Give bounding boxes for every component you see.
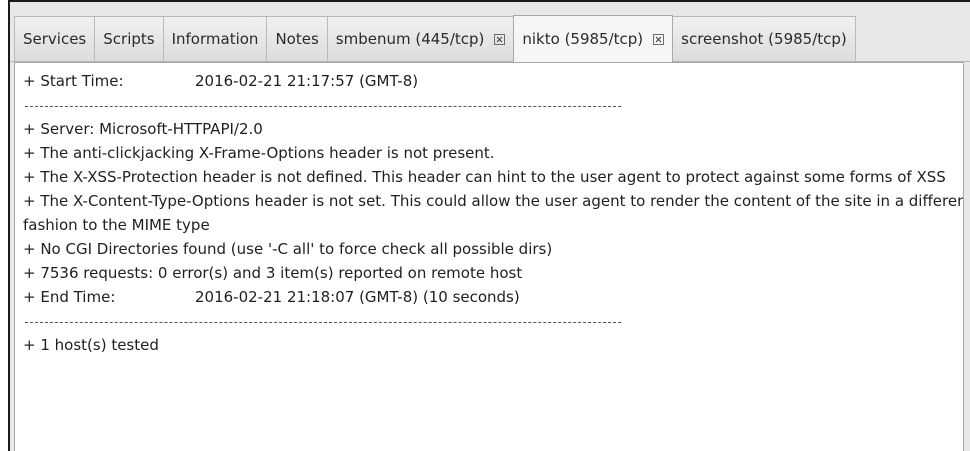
start-time-line: + Start Time: 2016-02-21 21:17:57 (GMT-8) — [23, 69, 963, 93]
close-icon[interactable] — [653, 33, 665, 45]
start-time-value: 2016-02-21 21:17:57 (GMT-8) — [195, 72, 419, 90]
end-time-label: + End Time: — [23, 288, 116, 306]
end-time-value: 2016-02-21 21:18:07 (GMT-8) (10 seconds) — [195, 288, 520, 306]
separator — [23, 93, 963, 117]
tab-label: Information — [171, 30, 259, 48]
separator — [23, 309, 963, 333]
anti-clickjacking-line: + The anti-clickjacking X-Frame-Options … — [23, 144, 495, 162]
tab-screenshot[interactable]: screenshot (5985/tcp) — [672, 16, 856, 61]
tab-label: smbenum (445/tcp) — [335, 30, 485, 48]
content-type-line: + The X-Content-Type-Options header is n… — [23, 192, 964, 234]
close-icon[interactable] — [494, 33, 506, 45]
cgi-line: + No CGI Directories found (use '-C all'… — [23, 240, 553, 258]
end-time-line: + End Time: 2016-02-21 21:18:07 (GMT-8) (… — [23, 285, 963, 309]
server-line: + Server: Microsoft-HTTPAPI/2.0 — [23, 120, 263, 138]
output-panel[interactable]: + Start Time: 2016-02-21 21:17:57 (GMT-8)… — [14, 62, 964, 451]
tab-notes[interactable]: Notes — [266, 16, 328, 61]
tab-scripts[interactable]: Scripts — [94, 16, 164, 61]
xss-protection-line: + The X-XSS-Protection header is not def… — [23, 168, 946, 186]
tab-nikto[interactable]: nikto (5985/tcp) — [513, 15, 674, 62]
tab-label: screenshot (5985/tcp) — [681, 30, 847, 48]
start-time-label: + Start Time: — [23, 72, 124, 90]
tab-bar: Services Scripts Information Notes smben… — [10, 8, 970, 62]
tab-information[interactable]: Information — [162, 16, 268, 61]
nikto-output: + Start Time: 2016-02-21 21:17:57 (GMT-8)… — [23, 69, 963, 357]
tab-services[interactable]: Services — [14, 16, 96, 61]
tab-smbenum[interactable]: smbenum (445/tcp) — [326, 16, 515, 61]
window-frame: Services Scripts Information Notes smben… — [8, 0, 970, 451]
requests-line: + 7536 requests: 0 error(s) and 3 item(s… — [23, 264, 523, 282]
tab-label: Scripts — [103, 30, 155, 48]
tab-label: Services — [23, 30, 87, 48]
tab-label: nikto (5985/tcp) — [522, 30, 644, 48]
tab-label: Notes — [275, 30, 319, 48]
hosts-tested-line: + 1 host(s) tested — [23, 336, 159, 354]
